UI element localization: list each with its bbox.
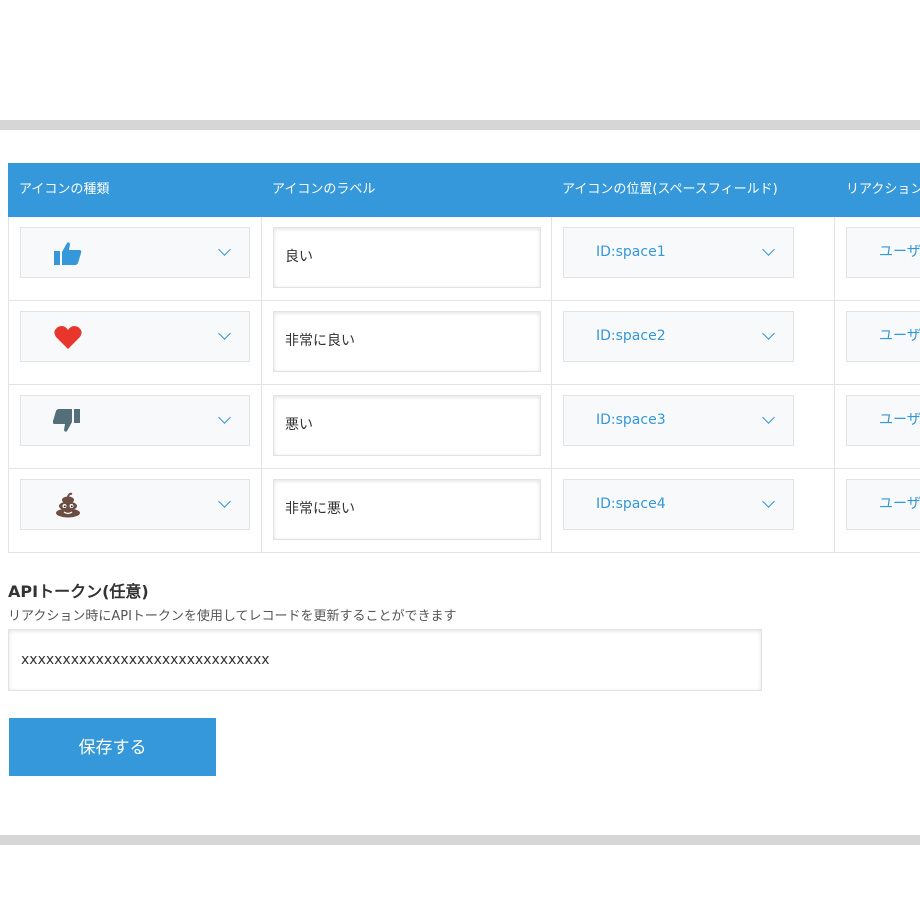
field-select[interactable]: ID:space1 xyxy=(563,227,794,278)
reaction-select[interactable]: ユーザ xyxy=(846,311,920,362)
table-row: 非常に良い ID:space2 ユーザ xyxy=(8,301,920,385)
reaction-select-value: ユーザ xyxy=(879,496,920,512)
icon-type-select[interactable] xyxy=(20,227,250,278)
chevron-down-icon xyxy=(762,495,775,508)
reaction-select[interactable]: ユーザ xyxy=(846,395,920,446)
reaction-select-value: ユーザ xyxy=(879,244,920,260)
api-token-title: APIトークン(任意) xyxy=(8,582,149,601)
chevron-down-icon xyxy=(218,243,231,256)
save-button[interactable]: 保存する xyxy=(9,718,216,776)
chevron-down-icon xyxy=(218,327,231,340)
poop-icon xyxy=(56,492,80,518)
icon-type-select[interactable] xyxy=(20,311,250,362)
table-row: 悪い ID:space3 ユーザ xyxy=(8,385,920,469)
icon-label-input[interactable]: 非常に良い xyxy=(273,311,541,372)
chevron-down-icon xyxy=(218,411,231,424)
api-token-input[interactable]: xxxxxxxxxxxxxxxxxxxxxxxxxxxxxx xyxy=(8,629,762,691)
chevron-down-icon xyxy=(762,327,775,340)
table-row: 非常に悪い ID:space4 ユーザ xyxy=(8,469,920,553)
field-select[interactable]: ID:space3 xyxy=(563,395,794,446)
chevron-down-icon xyxy=(218,495,231,508)
top-divider xyxy=(0,120,920,130)
header-reaction: リアクション xyxy=(846,182,920,197)
icon-label-input[interactable]: 非常に悪い xyxy=(273,479,541,540)
reaction-select-value: ユーザ xyxy=(879,412,920,428)
chevron-down-icon xyxy=(762,411,775,424)
api-token-description: リアクション時にAPIトークンを使用してレコードを更新することができます xyxy=(8,609,457,624)
reaction-select[interactable]: ユーザ xyxy=(846,479,920,530)
field-select-value: ID:space2 xyxy=(596,328,666,344)
field-select[interactable]: ID:space2 xyxy=(563,311,794,362)
reaction-select[interactable]: ユーザ xyxy=(846,227,920,278)
chevron-down-icon xyxy=(762,243,775,256)
icon-type-select[interactable] xyxy=(20,395,250,446)
table-header: アイコンの種類 アイコンのラベル アイコンの位置(スペースフィールド) リアクシ… xyxy=(8,163,920,217)
icon-label-input[interactable]: 悪い xyxy=(273,395,541,456)
thumbs-up-icon xyxy=(54,242,82,265)
field-select-value: ID:space1 xyxy=(596,244,666,260)
heart-icon xyxy=(54,326,82,349)
header-icon-position: アイコンの位置(スペースフィールド) xyxy=(562,182,778,197)
icon-type-select[interactable] xyxy=(20,479,250,530)
field-select-value: ID:space3 xyxy=(596,412,666,428)
reaction-settings-table: アイコンの種類 アイコンのラベル アイコンの位置(スペースフィールド) リアクシ… xyxy=(8,163,920,553)
field-select[interactable]: ID:space4 xyxy=(563,479,794,530)
reaction-select-value: ユーザ xyxy=(879,328,920,344)
thumbs-down-icon xyxy=(53,409,80,432)
header-icon-type: アイコンの種類 xyxy=(19,182,110,197)
table-row: 良い ID:space1 ユーザ xyxy=(8,217,920,301)
icon-label-input[interactable]: 良い xyxy=(273,227,541,288)
field-select-value: ID:space4 xyxy=(596,496,666,512)
header-icon-label: アイコンのラベル xyxy=(272,182,376,197)
bottom-divider xyxy=(0,835,920,845)
